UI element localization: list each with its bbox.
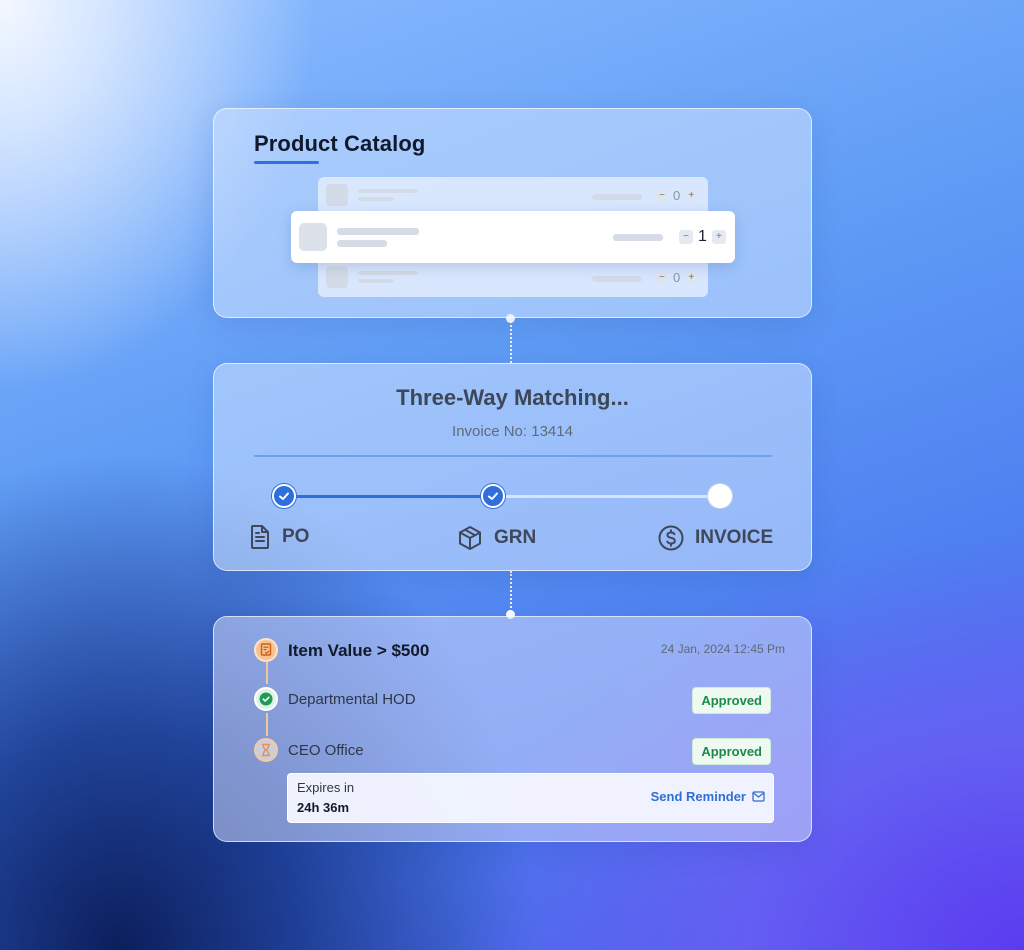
connector-line <box>510 318 512 363</box>
status-badge: Approved <box>692 687 771 714</box>
item-desc-placeholder <box>337 240 387 247</box>
decrement-button[interactable]: − <box>656 271 668 284</box>
product-catalog-card: Product Catalog − 0 + − 0 + − 1 + <box>213 108 812 318</box>
quantity-stepper: − 0 + <box>656 270 698 285</box>
expiry-box: Expires in 24h 36m Send Reminder <box>287 773 774 823</box>
catalog-item-row-selected[interactable]: − 1 + <box>291 211 735 263</box>
send-reminder-label: Send Reminder <box>650 789 746 804</box>
step-grn-check-icon <box>481 484 505 508</box>
quantity-stepper: − 0 + <box>656 188 698 203</box>
quantity-value: 0 <box>673 270 681 285</box>
item-name-placeholder <box>358 189 418 193</box>
catalog-item-row[interactable]: − 0 + <box>318 177 708 215</box>
item-name-placeholder <box>337 228 419 235</box>
invoice-number: Invoice No: 13414 <box>452 423 573 440</box>
approver-name: Departmental HOD <box>288 691 416 708</box>
timeline-line <box>266 662 268 684</box>
item-desc-placeholder <box>358 197 394 201</box>
divider <box>254 455 772 457</box>
title-underline <box>254 161 319 164</box>
item-price-placeholder <box>613 234 663 241</box>
progress-track-complete <box>285 495 493 498</box>
step-invoice: INVOICE <box>657 524 773 552</box>
step-po-check-icon <box>272 484 296 508</box>
send-reminder-button[interactable]: Send Reminder <box>651 789 765 804</box>
item-thumbnail <box>299 223 327 251</box>
item-desc-placeholder <box>358 279 394 283</box>
expiry-label: Expires in <box>297 780 355 795</box>
document-icon <box>251 525 269 549</box>
increment-button[interactable]: + <box>685 189 698 202</box>
expiry-value: 24h 36m <box>297 800 350 815</box>
dollar-circle-icon <box>658 525 684 551</box>
decrement-button[interactable]: − <box>656 189 668 202</box>
step-po-label: PO <box>282 526 310 547</box>
check-circle-icon <box>254 687 278 711</box>
mail-icon <box>752 791 765 802</box>
increment-button[interactable]: + <box>711 230 726 244</box>
approval-workflow-card: Item Value > $500 24 Jan, 2024 12:45 Pm … <box>213 616 812 842</box>
catalog-item-row[interactable]: − 0 + <box>318 259 708 297</box>
quantity-stepper: − 1 + <box>679 228 726 246</box>
quantity-value: 0 <box>673 188 681 203</box>
status-badge: Approved <box>692 738 771 765</box>
decrement-button[interactable]: − <box>679 230 693 244</box>
matching-title: Three-Way Matching... <box>396 385 629 410</box>
hourglass-icon <box>254 738 278 762</box>
three-way-matching-card: Three-Way Matching... Invoice No: 13414 … <box>213 363 812 571</box>
timeline-line <box>266 713 268 736</box>
item-price-placeholder <box>592 276 642 282</box>
receipt-icon <box>254 638 278 662</box>
package-icon <box>459 526 481 550</box>
progress-track-pending <box>493 495 721 498</box>
approval-rule: Item Value > $500 <box>288 641 430 660</box>
item-name-placeholder <box>358 271 418 275</box>
item-thumbnail <box>326 266 348 288</box>
item-price-placeholder <box>592 194 642 200</box>
catalog-title: Product Catalog <box>254 131 426 156</box>
item-thumbnail <box>326 184 348 206</box>
step-grn-label: GRN <box>494 527 537 548</box>
step-po: PO <box>248 524 309 550</box>
approver-name: CEO Office <box>288 742 364 759</box>
increment-button[interactable]: + <box>685 271 698 284</box>
quantity-value: 1 <box>698 228 707 245</box>
step-grn: GRN <box>456 524 536 552</box>
step-invoice-label: INVOICE <box>695 527 774 548</box>
step-invoice-pending-icon <box>708 484 732 508</box>
approval-timestamp: 24 Jan, 2024 12:45 Pm <box>660 642 785 656</box>
